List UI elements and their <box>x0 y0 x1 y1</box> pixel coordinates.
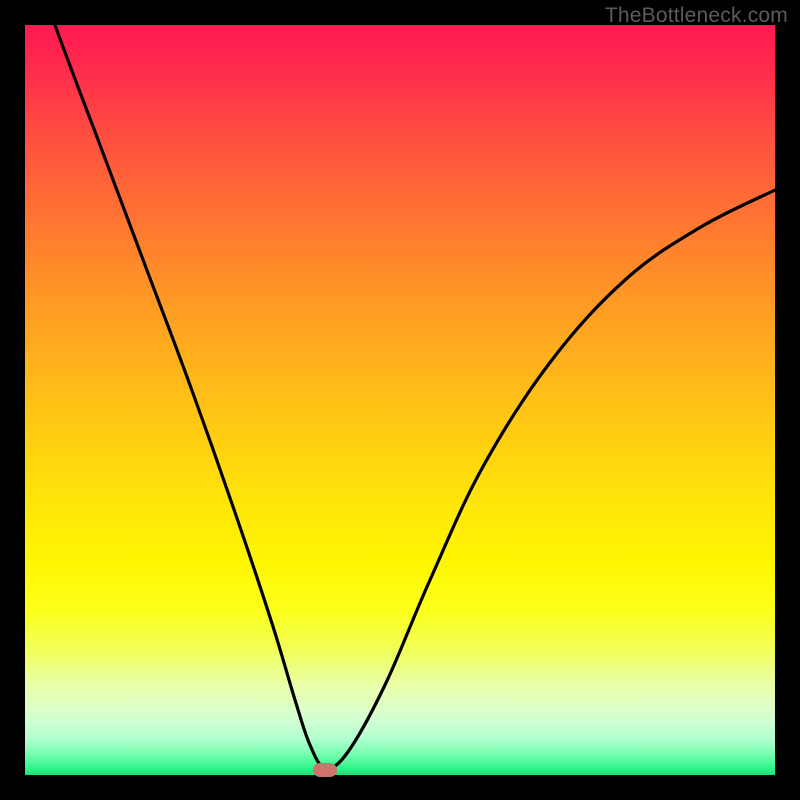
optimal-marker <box>313 763 337 777</box>
plot-area <box>25 25 775 775</box>
curve-path <box>25 25 775 768</box>
watermark-text: TheBottleneck.com <box>605 4 788 28</box>
chart-frame: TheBottleneck.com <box>0 0 800 800</box>
bottleneck-curve <box>25 25 775 775</box>
